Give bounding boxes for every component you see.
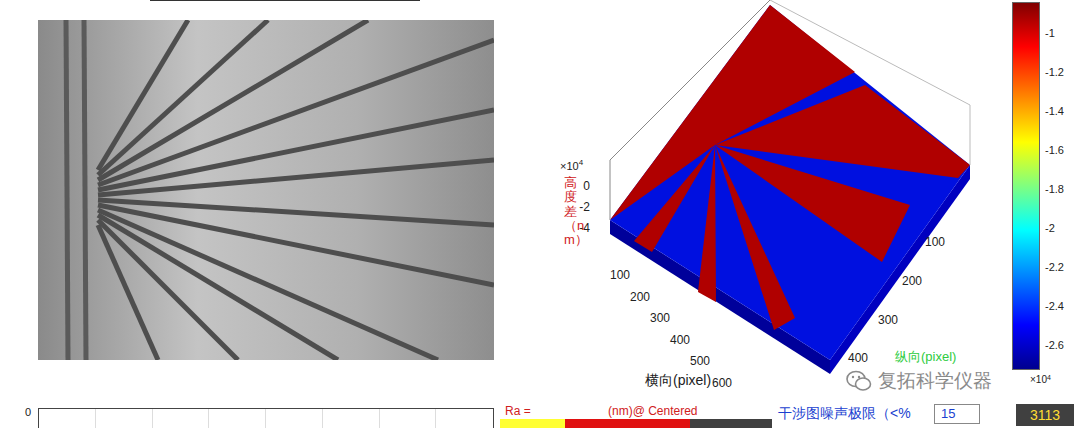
z-tick: -4 (579, 221, 590, 235)
surface-plot[interactable]: 0-2-4100200300400500600100200300400×104横… (520, 0, 1000, 400)
colorbar-tick: -1.6 (1045, 144, 1064, 156)
ra-label: Ra = (500, 402, 608, 420)
ra-row: Ra =(nm)@ Centered (500, 402, 772, 419)
bottom-area: 0 Ra =(nm)@ Centered 干涉图噪声极限（<%15 3113 (0, 402, 1080, 428)
colorbar-tick: -1.4 (1045, 105, 1064, 117)
result-cells (500, 419, 772, 428)
colorbar-multiplier: ×104 (1030, 374, 1051, 386)
watermark-text: 复拓科学仪器 (878, 370, 992, 392)
colorbar: -1 -1.2 -1.4 -1.6 -1.8 -2 -2.2 -2.4 -2.6 ×104 (1012, 2, 1080, 400)
profile-y-tick: 0 (25, 406, 38, 418)
colorbar-tick: -2.4 (1045, 300, 1064, 312)
wechat-icon (846, 370, 872, 392)
fringe-count: 3113 (1016, 404, 1074, 426)
ra-unit: (nm)@ Centered (608, 402, 698, 420)
x-tick: 400 (670, 333, 690, 347)
top-area: 0-2-4100200300400500600100200300400×104横… (0, 0, 1080, 402)
colorbar-gradient (1012, 2, 1040, 370)
profile-plot: 0 (0, 402, 500, 428)
y-tick: 100 (925, 235, 945, 249)
z-tick: -2 (579, 200, 590, 214)
x-tick: 200 (630, 290, 650, 304)
app-window: 0-2-4100200300400500600100200300400×104横… (0, 0, 1080, 428)
z-multiplier: ×104 (560, 158, 584, 172)
colorbar-tick: -2.2 (1045, 261, 1064, 273)
x-axis-label: 横向(pixel) (645, 372, 711, 388)
noise-limit-row: 干涉图噪声极限（<%15 3113 (772, 402, 1074, 428)
result-cell (690, 419, 772, 428)
grid-cell (96, 409, 153, 428)
profile-y-ticks: 0 (0, 402, 38, 428)
noise-limit-label: 干涉图噪声极限（<% (778, 404, 930, 422)
result-cell (500, 419, 565, 428)
title-line (150, 0, 420, 1)
x-tick: 500 (690, 354, 710, 368)
results-panel: Ra =(nm)@ Centered (500, 402, 772, 428)
grid-cell (266, 409, 323, 428)
grid-cell (436, 409, 493, 428)
y-tick: 200 (902, 274, 922, 288)
colorbar-tick: -1 (1045, 27, 1055, 39)
y-tick: 400 (848, 351, 868, 365)
grid-cell (323, 409, 380, 428)
y-tick: 300 (878, 313, 898, 327)
grid-cell (380, 409, 437, 428)
colorbar-tick: -2.6 (1045, 339, 1064, 351)
fringe-lines-icon (38, 20, 494, 360)
grid-cell (209, 409, 266, 428)
grid-cell (153, 409, 210, 428)
result-cell (565, 419, 690, 428)
y-axis-label: 纵向(pixel) (895, 349, 956, 364)
microscope-image (38, 20, 494, 360)
grid-cell (39, 409, 96, 428)
watermark: 复拓科学仪器 (846, 370, 992, 392)
profile-axes (38, 408, 494, 428)
z-axis-label: 高度差（nm） (564, 176, 577, 247)
noise-limit-input[interactable]: 15 (934, 404, 980, 424)
x-tick: 100 (610, 268, 630, 282)
colorbar-tick: -1.8 (1045, 183, 1064, 195)
z-tick: 0 (583, 179, 590, 193)
x-tick: 600 (712, 376, 732, 390)
image-panel (0, 0, 520, 402)
colorbar-tick: -2 (1045, 222, 1055, 234)
colorbar-tick: -1.2 (1045, 66, 1064, 78)
surface-chart: 0-2-4100200300400500600100200300400×104横… (520, 0, 1000, 400)
x-tick: 300 (650, 311, 670, 325)
